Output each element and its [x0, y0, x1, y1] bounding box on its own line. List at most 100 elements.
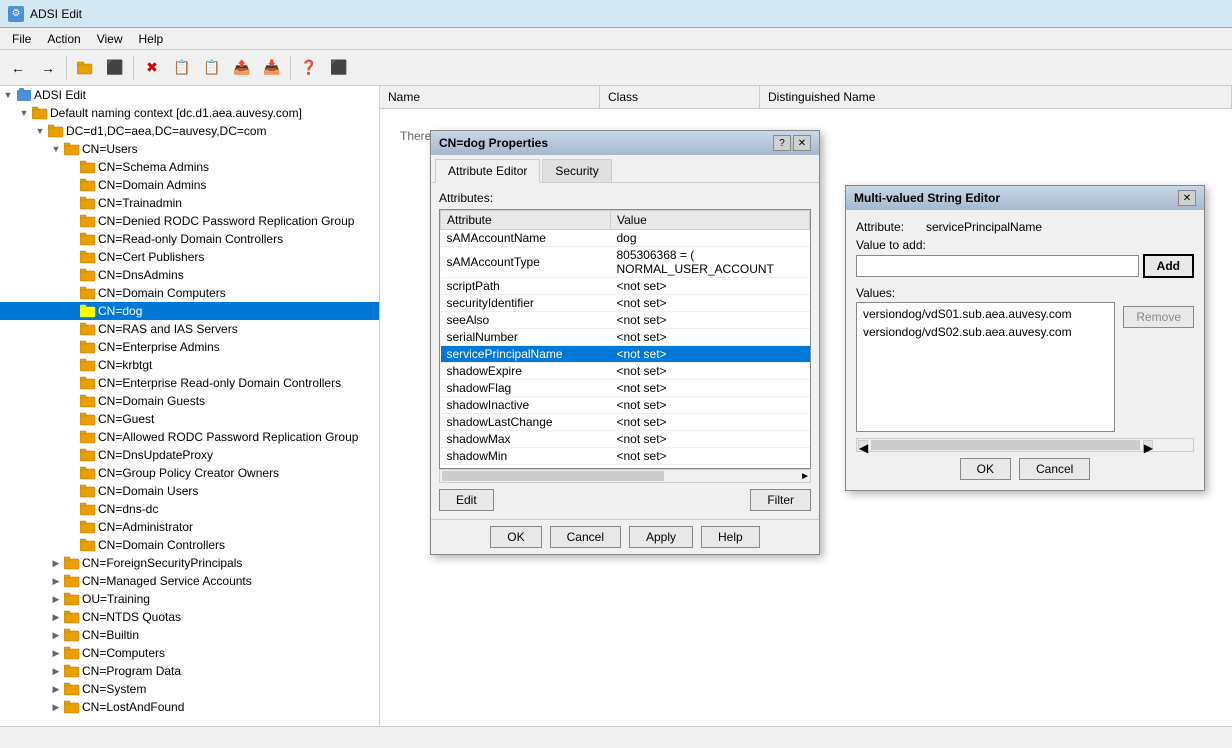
tree-expander[interactable] [64, 159, 80, 175]
tree-item-cn-readonly-dc[interactable]: CN=Read-only Domain Controllers [0, 230, 379, 248]
tree-expander[interactable]: ▶ [48, 609, 64, 625]
menu-action[interactable]: Action [39, 30, 88, 48]
tree-item-cn-ntds-quotas[interactable]: ▶CN=NTDS Quotas [0, 608, 379, 626]
tree-item-cn-krbtgt[interactable]: CN=krbtgt [0, 356, 379, 374]
tree-item-cn-schema-admins[interactable]: CN=Schema Admins [0, 158, 379, 176]
table-row[interactable]: shadowFlag<not set> [441, 380, 810, 397]
tree-item-cn-cert-publishers[interactable]: CN=Cert Publishers [0, 248, 379, 266]
tree-content[interactable]: ▼ADSI Edit▼Default naming context [dc.d1… [0, 86, 379, 726]
tree-expander[interactable]: ▼ [48, 141, 64, 157]
tree-item-cn-dns-update-proxy[interactable]: CN=DnsUpdateProxy [0, 446, 379, 464]
tree-expander[interactable] [64, 303, 80, 319]
tree-expander[interactable]: ▶ [48, 591, 64, 607]
tree-expander[interactable]: ▶ [48, 555, 64, 571]
mv-add-button[interactable]: Add [1143, 254, 1194, 278]
menu-view[interactable]: View [89, 30, 131, 48]
tree-expander[interactable] [64, 213, 80, 229]
tree-expander[interactable] [64, 519, 80, 535]
tree-expander[interactable]: ▶ [48, 663, 64, 679]
tree-expander[interactable]: ▶ [48, 627, 64, 643]
tree-item-cn-allowed-rodc[interactable]: CN=Allowed RODC Password Replication Gro… [0, 428, 379, 446]
edit-button[interactable]: Edit [439, 489, 494, 511]
tree-expander[interactable] [64, 249, 80, 265]
tree-item-cn-domain-guests[interactable]: CN=Domain Guests [0, 392, 379, 410]
table-row[interactable]: sAMAccountNamedog [441, 230, 810, 247]
tree-expander[interactable]: ▶ [48, 699, 64, 715]
tree-expander[interactable] [64, 321, 80, 337]
tree-item-cn-enterprise-admins[interactable]: CN=Enterprise Admins [0, 338, 379, 356]
mv-ok-button[interactable]: OK [960, 458, 1011, 480]
mv-scrollbar-h[interactable]: ◀ ▶ [856, 438, 1194, 452]
list-item[interactable]: versiondog/vdS02.sub.aea.auvesy.com [859, 323, 1112, 341]
tree-expander[interactable] [64, 393, 80, 409]
tree-expander[interactable] [64, 231, 80, 247]
table-row[interactable]: seeAlso<not set> [441, 312, 810, 329]
tree-item-cn-lost-found[interactable]: ▶CN=LostAndFound [0, 698, 379, 716]
tree-expander[interactable]: ▶ [48, 681, 64, 697]
tree-item-adsi-root[interactable]: ▼ADSI Edit [0, 86, 379, 104]
tree-expander[interactable] [64, 501, 80, 517]
tree-item-cn-domain-admins[interactable]: CN=Domain Admins [0, 176, 379, 194]
tree-expander[interactable] [64, 375, 80, 391]
table-row[interactable]: shadowExpire<not set> [441, 363, 810, 380]
tree-item-cn-foreign-security[interactable]: ▶CN=ForeignSecurityPrincipals [0, 554, 379, 572]
mv-close-btn[interactable]: ✕ [1178, 190, 1196, 206]
apply-button[interactable]: Apply [629, 526, 693, 548]
mv-values-list[interactable]: versiondog/vdS01.sub.aea.auvesy.comversi… [856, 302, 1115, 432]
toolbar-delete[interactable]: ✖ [138, 54, 166, 82]
tree-expander[interactable]: ▼ [32, 123, 48, 139]
tree-item-cn-program-data[interactable]: ▶CN=Program Data [0, 662, 379, 680]
tree-item-cn-group-policy-owners[interactable]: CN=Group Policy Creator Owners [0, 464, 379, 482]
filter-button[interactable]: Filter [750, 489, 811, 511]
tree-item-cn-trainadmin[interactable]: CN=Trainadmin [0, 194, 379, 212]
tree-expander[interactable]: ▼ [0, 87, 16, 103]
toolbar-folder[interactable] [71, 54, 99, 82]
tree-item-cn-computers[interactable]: ▶CN=Computers [0, 644, 379, 662]
tree-item-cn-domain-controllers[interactable]: CN=Domain Controllers [0, 536, 379, 554]
menu-help[interactable]: Help [131, 30, 172, 48]
tree-item-dc-d1[interactable]: ▼DC=d1,DC=aea,DC=auvesy,DC=com [0, 122, 379, 140]
table-row[interactable]: servicePrincipalName<not set> [441, 346, 810, 363]
tree-expander[interactable] [64, 267, 80, 283]
table-row[interactable]: sAMAccountType805306368 = ( NORMAL_USER_… [441, 247, 810, 278]
tree-item-cn-denied-rodc[interactable]: CN=Denied RODC Password Replication Grou… [0, 212, 379, 230]
table-row[interactable]: shadowMax<not set> [441, 431, 810, 448]
table-row[interactable]: shadowLastChange<not set> [441, 414, 810, 431]
tree-expander[interactable] [64, 447, 80, 463]
tree-expander[interactable] [64, 411, 80, 427]
tree-item-cn-dns-admins[interactable]: CN=DnsAdmins [0, 266, 379, 284]
toolbar-help[interactable]: ❓ [295, 54, 323, 82]
tree-expander[interactable] [64, 429, 80, 445]
cancel-button[interactable]: Cancel [550, 526, 621, 548]
toolbar-forward[interactable]: → [34, 54, 62, 82]
horizontal-scrollbar[interactable] [4, 730, 1228, 746]
list-item[interactable]: versiondog/vdS01.sub.aea.auvesy.com [859, 305, 1112, 323]
tree-expander[interactable] [64, 177, 80, 193]
tree-item-cn-enterprise-rodc[interactable]: CN=Enterprise Read-only Domain Controlle… [0, 374, 379, 392]
tree-expander[interactable]: ▶ [48, 645, 64, 661]
tree-item-cn-domain-computers[interactable]: CN=Domain Computers [0, 284, 379, 302]
tree-item-cn-managed-service[interactable]: ▶CN=Managed Service Accounts [0, 572, 379, 590]
tree-item-cn-dns-dc[interactable]: CN=dns-dc [0, 500, 379, 518]
tree-expander[interactable] [64, 483, 80, 499]
table-row[interactable]: shadowMin<not set> [441, 448, 810, 465]
tab-attribute-editor[interactable]: Attribute Editor [435, 159, 540, 183]
tree-item-cn-guest[interactable]: CN=Guest [0, 410, 379, 428]
table-scrollbar-h[interactable]: ► [439, 469, 811, 483]
tree-item-cn-users[interactable]: ▼CN=Users [0, 140, 379, 158]
toolbar-back[interactable]: ← [4, 54, 32, 82]
table-row[interactable]: scriptPath<not set> [441, 278, 810, 295]
mv-value-input[interactable] [856, 255, 1139, 277]
table-row[interactable]: securityIdentifier<not set> [441, 295, 810, 312]
dialog-help-btn[interactable]: ? [773, 135, 791, 151]
table-row[interactable]: shadowInactive<not set> [441, 397, 810, 414]
toolbar-paste[interactable]: 📋 [198, 54, 226, 82]
tree-item-cn-domain-users[interactable]: CN=Domain Users [0, 482, 379, 500]
tree-expander[interactable]: ▶ [48, 573, 64, 589]
tree-expander[interactable] [64, 339, 80, 355]
toolbar-grid[interactable]: ⬛ [101, 54, 129, 82]
tree-expander[interactable] [64, 357, 80, 373]
tree-item-cn-system[interactable]: ▶CN=System [0, 680, 379, 698]
menu-file[interactable]: File [4, 30, 39, 48]
tree-item-ou-training[interactable]: ▶OU=Training [0, 590, 379, 608]
